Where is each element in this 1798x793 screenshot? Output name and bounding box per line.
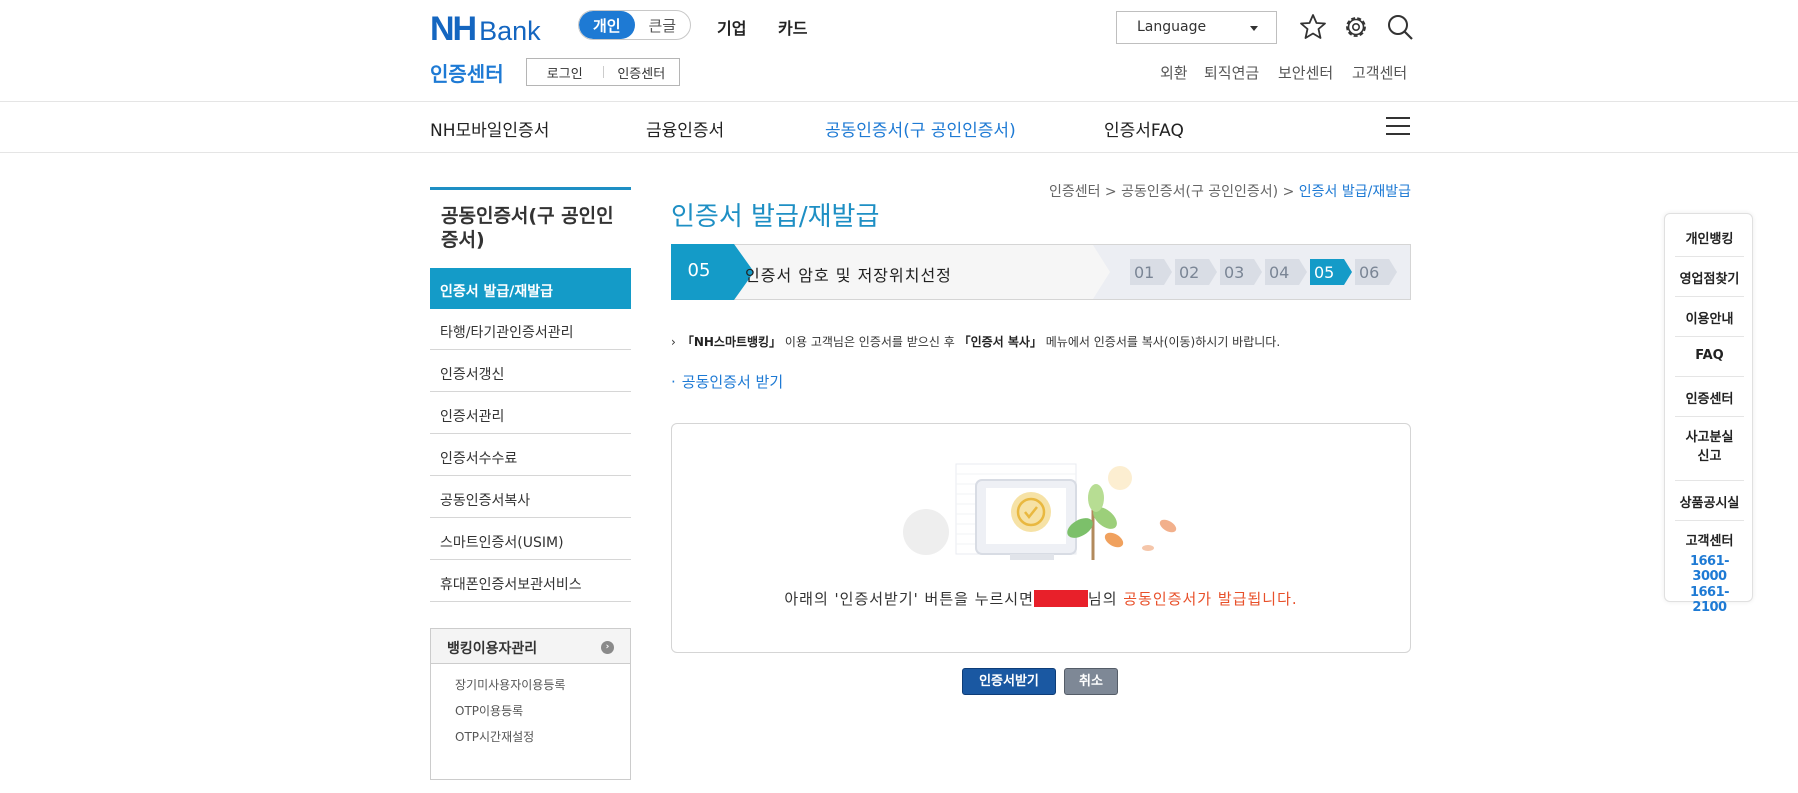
left-menu-item-manage[interactable]: 인증서관리 [430,393,631,434]
gear-icon[interactable] [1342,13,1370,41]
left-menu-item-other-bank[interactable]: 타행/타기관인증서관리 [430,309,631,350]
sub-item-otp-register[interactable]: OTP이용등록 [431,698,630,724]
step-chip-05: 05 [1314,263,1335,282]
cert-center-title[interactable]: 인증센터 [430,58,504,87]
mainnav-financial-cert[interactable]: 금융인증서 [646,116,724,141]
nav-card[interactable]: 카드 [778,15,807,39]
logo-bank: Bank [479,16,541,46]
notice-text-mid: 이용 고객님은 인증서를 받으신 후 [781,335,959,349]
left-menu-top-bar [430,187,631,190]
mainnav-joint-cert[interactable]: 공동인증서(구 공인인증서) [825,116,1016,141]
quick-branch-finder[interactable]: 영업점찾기 [1675,268,1744,297]
quick-customer-center-label: 고객센터 [1685,534,1734,549]
menu-icon[interactable] [1386,117,1410,137]
chevron-down-icon [1250,26,1258,31]
left-menu-title: 공동인증서(구 공인인증서) [441,205,614,251]
link-pension[interactable]: 퇴직연금 [1204,62,1259,83]
left-menu-item-renew[interactable]: 인증서갱신 [430,351,631,392]
issue-message-pre: 아래의 '인증서받기' 버튼을 누르시면 [784,590,1034,608]
breadcrumb-current: 인증서 발급/재발급 [1298,184,1411,200]
link-customer-center[interactable]: 고객센터 [1352,62,1407,83]
mode-large-text-button[interactable]: 큰글 [635,11,691,39]
header-divider [0,101,1798,102]
link-security-center[interactable]: 보안센터 [1278,62,1333,83]
sub-item-otp-reset[interactable]: OTP시간재설정 [431,724,630,750]
language-select[interactable]: Language [1116,11,1277,44]
breadcrumb-path: 인증센터 > 공동인증서(구 공인인증서) > [1048,184,1299,200]
quick-loss-report[interactable]: 사고분실 신고 [1675,428,1744,481]
step-chip-06: 06 [1359,263,1380,282]
left-menu-item-usim[interactable]: 스마트인증서(USIM) [430,519,631,560]
link-forex[interactable]: 외환 [1160,62,1188,83]
search-icon[interactable] [1386,13,1414,41]
receive-certificate-button[interactable]: 인증서받기 [962,668,1056,695]
left-menu-item-phone-storage[interactable]: 휴대폰인증서보관서비스 [430,561,631,602]
notice-app-name: 「NH스마트뱅킹」 [681,335,782,349]
step-current-number: 05 [687,260,711,281]
quick-menu: 개인뱅킹 영업점찾기 이용안내 FAQ 인증센터 사고분실 신고 상품공시실 고… [1664,213,1753,615]
cert-center-button[interactable]: 인증센터 [604,63,680,82]
banking-user-box: 뱅킹이용자관리 › 장기미사용자이용등록 OTP이용등록 OTP시간재설정 [430,628,631,780]
smartbanking-notice: › 「NH스마트뱅킹」 이용 고객님은 인증서를 받으신 후 「인증서 복사」 메… [671,335,1281,349]
left-menu-item-issue[interactable]: 인증서 발급/재발급 [430,268,631,309]
step-chip-02: 02 [1179,263,1200,282]
notice-text-end: 메뉴에서 인증서를 복사(이동)하시기 바랍니다. [1041,335,1281,349]
phone-number-1: 1661-3000 [1689,554,1730,584]
nav-divider [0,152,1798,153]
cancel-button[interactable]: 취소 [1064,668,1118,695]
nh-bank-logo[interactable]: NH Bank [430,10,541,49]
redacted-name [1033,590,1088,607]
quick-personal-banking[interactable]: 개인뱅킹 [1675,228,1744,257]
quick-customer-center: 고객센터 1661-3000 1661-2100 [1675,530,1744,615]
breadcrumb: 인증센터 > 공동인증서(구 공인인증서) > 인증서 발급/재발급 [1000,181,1411,201]
section-heading: · 공동인증서 받기 [671,373,784,391]
step-chip-01: 01 [1134,263,1155,282]
phone-number-2: 1661-2100 [1689,585,1730,615]
mainnav-nh-mobile-cert[interactable]: NH모바일인증서 [430,116,549,141]
mode-personal-button[interactable]: 개인 [579,11,635,39]
quick-faq[interactable]: FAQ [1675,348,1744,377]
step-chip-04: 04 [1269,263,1290,282]
notice-copy-menu: 「인증서 복사」 [958,335,1042,349]
quick-usage-guide[interactable]: 이용안내 [1675,308,1744,337]
step-current-label: 인증서 암호 및 저장위치선정 [745,266,952,285]
quick-product-disclosure[interactable]: 상품공시실 [1675,492,1744,521]
star-icon[interactable] [1299,13,1327,41]
issue-message-highlight: 공동인증서가 발급됩니다. [1123,590,1298,608]
section-heading-text: 공동인증서 받기 [681,373,784,391]
left-menu-item-fee[interactable]: 인증서수수료 [430,435,631,476]
banking-user-title: 뱅킹이용자관리 [447,641,538,657]
banking-user-header[interactable]: 뱅킹이용자관리 › [431,629,630,664]
language-label: Language [1137,19,1207,35]
sub-item-dormant[interactable]: 장기미사용자이용등록 [431,672,630,698]
mode-toggle: 개인 큰글 [578,10,691,40]
issue-message-mid: 님의 [1087,590,1124,608]
issue-message: 아래의 '인증서받기' 버튼을 누르시면 님의 공동인증서가 발급됩니다. [671,588,1411,609]
mainnav-cert-faq[interactable]: 인증서FAQ [1104,116,1184,141]
certificate-illustration [903,463,1177,560]
nav-corporate[interactable]: 기업 [717,15,746,39]
chevron-right-icon: › [601,641,614,654]
logo-nh: NH [430,10,477,48]
quick-login-box: 로그인 인증센터 [526,58,680,86]
login-button[interactable]: 로그인 [527,63,603,82]
page-title: 인증서 발급/재발급 [671,202,880,232]
step-chip-03: 03 [1224,263,1245,282]
left-menu-item-copy[interactable]: 공동인증서복사 [430,477,631,518]
quick-cert-center[interactable]: 인증센터 [1675,388,1744,417]
